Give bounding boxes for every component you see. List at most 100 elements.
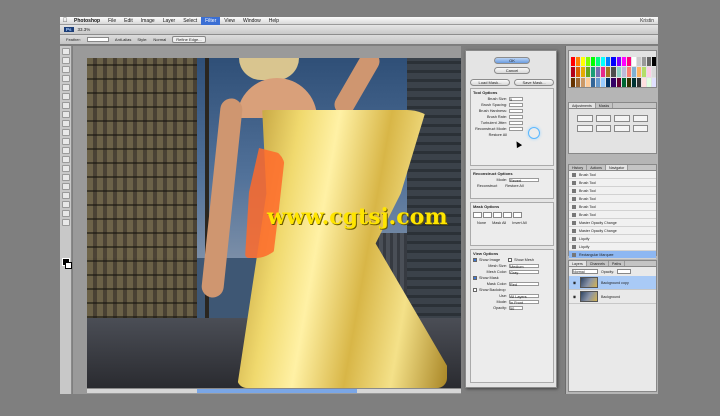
gradient-tool-icon[interactable] xyxy=(61,174,70,181)
menu-app-name[interactable]: Photoshop xyxy=(70,17,104,25)
history-item[interactable]: Brush Tool xyxy=(569,187,656,195)
color-swatch[interactable] xyxy=(576,67,581,77)
color-swatch[interactable] xyxy=(651,77,656,87)
eraser-tool-icon[interactable] xyxy=(61,165,70,172)
history-item[interactable]: Liquify xyxy=(569,235,656,243)
anti-alias-checkbox[interactable]: Anti-alias xyxy=(115,37,131,42)
tab-masks[interactable]: Masks xyxy=(596,103,614,108)
shape-tool-icon[interactable] xyxy=(61,219,70,226)
backdrop-mode-select[interactable]: In Front xyxy=(509,300,539,305)
color-swatch[interactable] xyxy=(601,67,606,77)
type-tool-icon[interactable] xyxy=(61,201,70,208)
color-swatch[interactable] xyxy=(646,77,651,87)
brush-spacing-field[interactable] xyxy=(509,103,523,107)
turbulent-jitter-field[interactable] xyxy=(509,121,523,125)
menu-image[interactable]: Image xyxy=(137,17,159,25)
color-swatch[interactable] xyxy=(631,57,636,67)
color-swatch[interactable] xyxy=(576,77,581,87)
color-swatch[interactable] xyxy=(611,57,616,67)
color-swatch[interactable] xyxy=(586,77,591,87)
curves-icon[interactable] xyxy=(614,115,630,122)
ok-button[interactable]: OK xyxy=(494,57,530,64)
mesh-color-select[interactable]: Gray xyxy=(509,270,539,275)
menu-help[interactable]: Help xyxy=(265,17,283,25)
horizontal-scrollbar[interactable] xyxy=(87,388,461,393)
use-select[interactable]: All Layers xyxy=(509,294,539,299)
brush-rate-field[interactable] xyxy=(509,115,523,119)
apple-icon[interactable]:  xyxy=(60,18,70,24)
color-swatch[interactable] xyxy=(606,57,611,67)
history-item[interactable]: Brush Tool xyxy=(569,171,656,179)
menu-file[interactable]: File xyxy=(104,17,120,25)
color-swatch[interactable] xyxy=(581,77,586,87)
color-swatch[interactable] xyxy=(571,77,576,87)
history-item-selected[interactable]: Rectangular Marquee xyxy=(569,251,656,259)
tab-adjustments[interactable]: Adjustments xyxy=(569,103,596,108)
color-swatch[interactable] xyxy=(646,57,651,67)
history-item[interactable]: Brush Tool xyxy=(569,195,656,203)
recon-restore-all-button[interactable]: Restore All xyxy=(505,184,523,188)
color-swatch[interactable] xyxy=(596,77,601,87)
reconstruct-tool-icon[interactable] xyxy=(61,57,70,64)
push-left-tool-icon[interactable] xyxy=(61,93,70,100)
color-swatch[interactable] xyxy=(631,77,636,87)
tab-navigator[interactable]: Navigator xyxy=(605,165,629,170)
mirror-tool-icon[interactable] xyxy=(61,102,70,109)
layer-row[interactable]: ◉ Background xyxy=(569,290,656,304)
color-swatch[interactable] xyxy=(591,67,596,77)
feather-field[interactable] xyxy=(86,37,109,42)
invert-selection-icon[interactable] xyxy=(513,212,522,218)
menu-filter[interactable]: Filter xyxy=(201,16,221,25)
color-swatch[interactable] xyxy=(616,67,621,77)
color-swatch[interactable] xyxy=(641,57,646,67)
color-swatch[interactable] xyxy=(621,67,626,77)
history-item[interactable]: Master Opacity Change xyxy=(569,227,656,235)
background-color-swatch[interactable] xyxy=(65,262,72,269)
turbulence-tool-icon[interactable] xyxy=(61,111,70,118)
brush-hardness-field[interactable] xyxy=(509,109,523,113)
menu-window[interactable]: Window xyxy=(239,17,265,25)
menubar-user[interactable]: Kristin xyxy=(640,18,658,24)
color-swatch[interactable] xyxy=(611,77,616,87)
mask-all-button[interactable]: Mask All xyxy=(492,221,506,225)
eye-icon[interactable]: ◉ xyxy=(572,294,577,299)
color-swatch[interactable] xyxy=(626,57,631,67)
color-swatch[interactable] xyxy=(591,57,596,67)
color-swatch[interactable] xyxy=(601,77,606,87)
tab-channels[interactable]: Channels xyxy=(587,261,609,266)
menu-view[interactable]: View xyxy=(220,17,239,25)
color-swatch[interactable] xyxy=(601,57,606,67)
hand-tool-icon[interactable] xyxy=(61,138,70,145)
color-swatch[interactable] xyxy=(581,67,586,77)
hue-saturation-icon[interactable] xyxy=(595,125,611,132)
intersect-selection-icon[interactable] xyxy=(503,212,512,218)
thaw-mask-tool-icon[interactable] xyxy=(61,129,70,136)
path-selection-tool-icon[interactable] xyxy=(61,210,70,217)
color-swatch[interactable] xyxy=(586,67,591,77)
show-mesh-checkbox[interactable] xyxy=(508,258,513,262)
restore-all-label[interactable]: Restore All xyxy=(473,133,507,137)
color-swatch[interactable] xyxy=(596,67,601,77)
show-image-checkbox[interactable] xyxy=(473,258,477,262)
show-mask-checkbox[interactable] xyxy=(473,276,477,280)
color-swatch[interactable] xyxy=(636,67,641,77)
freeze-mask-tool-icon[interactable] xyxy=(61,120,70,127)
style-select[interactable]: Normal xyxy=(153,37,166,42)
tab-actions[interactable]: Actions xyxy=(587,165,606,170)
layer-row-selected[interactable]: ◉ Background copy xyxy=(569,276,656,290)
menu-select[interactable]: Select xyxy=(179,17,201,25)
save-mask-button[interactable]: Save Mask... xyxy=(514,79,554,86)
mesh-size-select[interactable]: Medium xyxy=(509,264,539,269)
horizontal-scroll-thumb[interactable] xyxy=(197,389,357,393)
invert-all-button[interactable]: Invert All xyxy=(512,221,527,225)
history-item[interactable]: Brush Tool xyxy=(569,211,656,219)
color-swatch[interactable] xyxy=(651,57,656,67)
brightness-icon[interactable] xyxy=(577,115,593,122)
color-swatch[interactable] xyxy=(636,57,641,67)
brush-size-field[interactable]: 5 xyxy=(509,97,523,102)
color-swatch[interactable] xyxy=(651,67,656,77)
levels-icon[interactable] xyxy=(595,115,611,122)
color-swatch[interactable] xyxy=(571,57,576,67)
reconstruct-button[interactable]: Reconstruct xyxy=(477,184,497,188)
twirl-tool-icon[interactable] xyxy=(61,66,70,73)
